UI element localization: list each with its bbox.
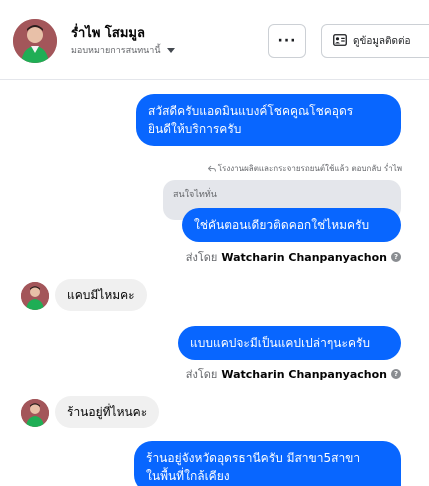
- sender-name: Watcharin Chanpanyachon: [221, 250, 387, 264]
- message-text: ใช่คันตอนเดียวติดคอกใช่ไหมครับ: [194, 218, 370, 232]
- contact-avatar[interactable]: [13, 19, 57, 63]
- sent-by-label: ส่งโดย: [185, 368, 218, 381]
- assign-conversation-dropdown[interactable]: มอบหมายการสนทนานี้: [71, 43, 175, 57]
- reply-note-text: โรงงานผลิตและกระจายรถยนต์ใช้แล้ว ตอบกลับ…: [217, 164, 402, 173]
- help-icon[interactable]: ?: [391, 252, 401, 262]
- conversation-header: ร่ำไพ โสมมูล มอบหมายการสนทนานี้ ··· ดูข้…: [0, 0, 429, 80]
- reply-icon: [207, 165, 216, 172]
- reply-note: โรงงานผลิตและกระจายรถยนต์ใช้แล้ว ตอบกลับ…: [207, 162, 402, 175]
- message-line: สวัสดีครับแอดมินแบงค์โชคคูณโชคอุดร: [148, 104, 354, 118]
- more-icon: ···: [277, 33, 297, 49]
- message-line: ยินดีให้บริการครับ: [148, 122, 242, 136]
- more-options-button[interactable]: ···: [268, 24, 306, 58]
- outgoing-message[interactable]: ร้านอยู่จังหวัดอุดรธานีครับ มีสาขา5สาขา …: [134, 441, 401, 486]
- view-contact-info-button[interactable]: ดูข้อมูลติดต่อ: [321, 24, 429, 58]
- message-line: ร้านอยู่จังหวัดอุดรธานีครับ มีสาขา5สาขา: [146, 451, 361, 465]
- incoming-message[interactable]: ร้านอยู่ที่ไหนคะ: [55, 396, 160, 428]
- contact-avatar-small[interactable]: [21, 399, 49, 427]
- outgoing-message[interactable]: ใช่คันตอนเดียวติดคอกใช่ไหมครับ: [182, 208, 401, 242]
- sent-by-label: ส่งโดย: [185, 251, 218, 264]
- message-text: ร้านอยู่ที่ไหนคะ: [67, 404, 148, 419]
- contact-info-label: ดูข้อมูลติดต่อ: [353, 35, 411, 47]
- message-text: แบบแคปจะมีเป็นแคปเปล่าๆนะครับ: [190, 336, 371, 350]
- message-text: แคบมีไหมคะ: [67, 287, 135, 302]
- outgoing-message[interactable]: สวัสดีครับแอดมินแบงค์โชคคูณโชคอุดร ยินดี…: [136, 94, 401, 146]
- contact-avatar-small[interactable]: [21, 282, 49, 310]
- quoted-text: สนใจไททั่น: [173, 190, 217, 200]
- help-icon[interactable]: ?: [391, 369, 401, 379]
- sent-by-line: ส่งโดย Watcharin Chanpanyachon ?: [186, 365, 401, 383]
- contact-card-icon: [333, 33, 347, 49]
- message-line: ในพื้นที่ใกล้เคียง: [146, 469, 230, 483]
- sender-name: Watcharin Chanpanyachon: [221, 367, 387, 381]
- sent-by-line: ส่งโดย Watcharin Chanpanyachon ?: [186, 248, 401, 266]
- incoming-message[interactable]: แคบมีไหมคะ: [55, 279, 147, 311]
- assign-label: มอบหมายการสนทนานี้: [71, 46, 161, 56]
- caret-down-icon: [166, 47, 175, 53]
- outgoing-message[interactable]: แบบแคปจะมีเป็นแคปเปล่าๆนะครับ: [178, 326, 401, 360]
- contact-name[interactable]: ร่ำไพ โสมมูล: [71, 22, 145, 43]
